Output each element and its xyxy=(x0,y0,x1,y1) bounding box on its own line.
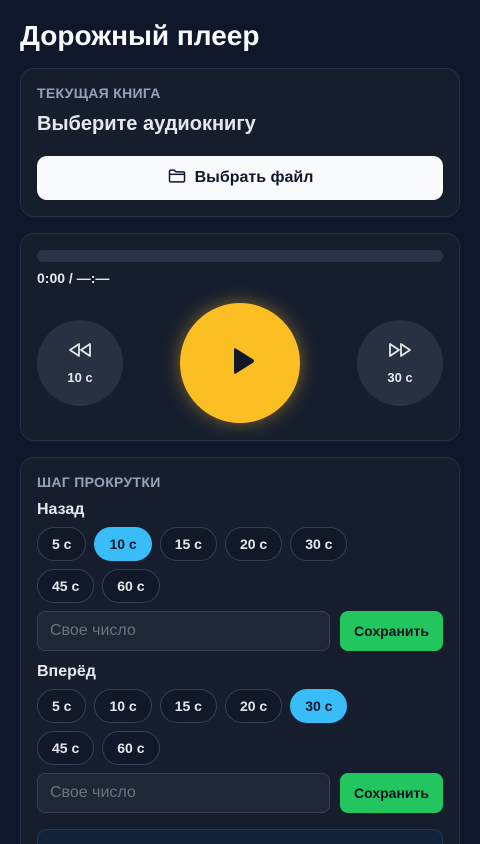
back-step-chip[interactable]: 30 с xyxy=(290,527,348,561)
app-root: Дорожный плеер Текущая книга Выберите ау… xyxy=(0,0,480,844)
forward-step-chip[interactable]: 60 с xyxy=(102,731,160,765)
back-custom-row: Сохранить xyxy=(37,611,443,651)
fast-forward-icon xyxy=(387,341,413,364)
progress-bar[interactable] xyxy=(37,250,443,262)
back-step-chip[interactable]: 20 с xyxy=(224,527,283,561)
fast-forward-button[interactable]: 30 с xyxy=(357,320,443,406)
choose-file-button[interactable]: Выбрать файл xyxy=(37,156,443,200)
forward-step-options: 5 с 10 с 15 с 20 с 30 с 45 с 60 с xyxy=(37,689,397,765)
fast-forward-label: 30 с xyxy=(387,370,413,385)
skip-step-label: Шаг прокрутки xyxy=(37,474,161,490)
back-custom-input[interactable] xyxy=(37,611,330,651)
play-button[interactable] xyxy=(180,303,300,423)
back-save-button[interactable]: Сохранить xyxy=(340,611,443,651)
player-card: 0:00 / —:— 10 с 30 с xyxy=(20,233,460,441)
back-step-chip[interactable]: 15 с xyxy=(159,527,217,561)
forward-step-chip[interactable]: 20 с xyxy=(224,689,283,723)
play-icon xyxy=(225,346,256,381)
rewind-button[interactable]: 10 с xyxy=(37,320,123,406)
rewind-label: 10 с xyxy=(67,370,93,385)
player-controls: 10 с 30 с xyxy=(37,303,443,423)
time-readout: 0:00 / —:— xyxy=(37,270,110,286)
back-step-label: Назад xyxy=(37,501,85,518)
back-step-chip[interactable]: 5 с xyxy=(37,527,87,561)
current-book-card: Текущая книга Выберите аудиокнигу Выбрат… xyxy=(20,68,460,217)
forward-save-button[interactable]: Сохранить xyxy=(340,773,443,813)
forward-step-chip[interactable]: 5 с xyxy=(37,689,87,723)
folder-icon xyxy=(167,166,187,191)
info-panel xyxy=(37,829,443,844)
forward-step-chip[interactable]: 15 с xyxy=(159,689,217,723)
back-step-chip[interactable]: 45 с xyxy=(37,569,95,603)
forward-custom-input[interactable] xyxy=(37,773,330,813)
page-title: Дорожный плеер xyxy=(20,20,260,51)
back-step-chip[interactable]: 10 с xyxy=(94,527,152,561)
current-book-label: Текущая книга xyxy=(37,85,161,101)
back-step-options: 5 с 10 с 15 с 20 с 30 с 45 с 60 с xyxy=(37,527,397,603)
forward-step-label: Вперёд xyxy=(37,663,96,680)
back-step-chip[interactable]: 60 с xyxy=(102,569,160,603)
forward-custom-row: Сохранить xyxy=(37,773,443,813)
rewind-icon xyxy=(67,341,93,364)
forward-step-chip[interactable]: 30 с xyxy=(290,689,348,723)
choose-file-label: Выбрать файл xyxy=(194,169,314,186)
skip-step-card: Шаг прокрутки Назад 5 с 10 с 15 с 20 с 30 с4… xyxy=(20,457,460,844)
book-title: Выберите аудиокнигу xyxy=(37,113,256,135)
forward-step-chip[interactable]: 45 с xyxy=(37,731,95,765)
forward-step-chip[interactable]: 10 с xyxy=(94,689,152,723)
